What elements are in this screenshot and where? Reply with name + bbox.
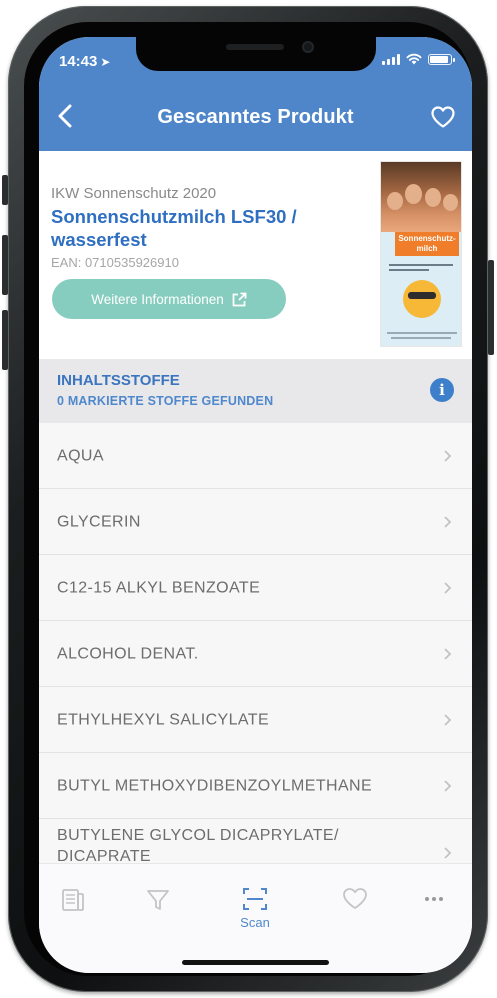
chevron-right-icon [444, 713, 452, 726]
status-icons [382, 53, 455, 65]
product-image[interactable]: Sonnenschutz-milch [380, 161, 462, 347]
volume-up-button [2, 235, 8, 295]
ingredients-title: INHALTSSTOFFE [57, 372, 180, 389]
list-item[interactable]: BUTYL METHOXYDIBENZOYLMETHANE [39, 753, 472, 819]
ingredients-subtitle: 0 MARKIERTE STOFFE GEFUNDEN [57, 394, 274, 408]
chevron-right-icon [444, 779, 452, 792]
app-screen: 14:43 ➤ Gescanntes Produkt IKW Sonnenschu… [39, 37, 472, 973]
back-chevron-icon[interactable] [55, 103, 77, 129]
chevron-right-icon [444, 846, 452, 859]
chevron-right-icon [444, 647, 452, 660]
heart-icon[interactable] [430, 105, 456, 129]
signal-icon [382, 53, 400, 65]
page-title: Gescanntes Produkt [157, 106, 354, 128]
info-icon[interactable]: i [430, 378, 454, 402]
notch [136, 37, 376, 71]
product-image-text: Sonnenschutz-milch [398, 234, 456, 253]
list-item-label: BUTYLENE GLYCOL DICAPRYLATE/ DICAPRATE [57, 827, 339, 865]
power-button [488, 260, 494, 355]
external-link-icon [232, 292, 247, 306]
tab-bar: Scan [39, 863, 472, 973]
heart-icon [343, 888, 367, 909]
more-info-label: Weitere Informationen [91, 291, 224, 307]
list-item-label: C12-15 ALKYL BENZOATE [57, 579, 261, 596]
tab-more[interactable] [404, 882, 464, 928]
tab-scan[interactable]: Scan [225, 882, 285, 930]
product-list-icon [62, 889, 84, 911]
location-arrow-icon: ➤ [100, 55, 111, 69]
tab-products[interactable] [43, 882, 103, 928]
chevron-right-icon [444, 449, 452, 462]
list-item[interactable]: AQUA [39, 423, 472, 489]
status-time: 14:43 ➤ [59, 53, 111, 70]
list-item-label: GLYCERIN [57, 513, 141, 530]
more-icon [425, 897, 443, 901]
more-info-button[interactable]: Weitere Informationen [52, 279, 286, 319]
product-card: IKW Sonnenschutz 2020 Sonnenschutzmilch … [39, 151, 472, 359]
chevron-right-icon [444, 515, 452, 528]
filter-icon [147, 890, 169, 910]
chevron-right-icon [444, 581, 452, 594]
tab-filter[interactable] [128, 882, 188, 928]
list-item-label: ETHYLHEXYL SALICYLATE [57, 711, 270, 728]
product-name: Sonnenschutzmilch LSF30 / wasserfest [51, 206, 297, 250]
battery-icon [428, 53, 455, 65]
ingredients-list: AQUA GLYCERIN C12-15 ALKYL BENZOATE ALCO… [39, 423, 472, 887]
scan-icon [243, 888, 267, 910]
list-item-label: BUTYL METHOXYDIBENZOYLMETHANE [57, 777, 373, 794]
header: 14:43 ➤ Gescanntes Produkt [39, 37, 472, 151]
tab-favorites[interactable] [325, 882, 385, 928]
wifi-icon [406, 53, 422, 65]
list-item[interactable]: C12-15 ALKYL BENZOATE [39, 555, 472, 621]
list-item[interactable]: ALCOHOL DENAT. [39, 621, 472, 687]
volume-down-button [2, 310, 8, 370]
tab-scan-label: Scan [240, 915, 270, 930]
product-ean: EAN: 0710535926910 [51, 255, 179, 270]
sun-mascot-icon [403, 280, 441, 318]
home-indicator [182, 960, 329, 965]
list-item[interactable]: ETHYLHEXYL SALICYLATE [39, 687, 472, 753]
ingredients-header: INHALTSSTOFFE 0 MARKIERTE STOFFE GEFUNDE… [39, 359, 472, 423]
list-item[interactable]: GLYCERIN [39, 489, 472, 555]
silent-switch [2, 175, 8, 205]
list-item-label: AQUA [57, 447, 104, 464]
product-brand: IKW Sonnenschutz 2020 [51, 185, 217, 202]
list-item-label: ALCOHOL DENAT. [57, 645, 199, 662]
